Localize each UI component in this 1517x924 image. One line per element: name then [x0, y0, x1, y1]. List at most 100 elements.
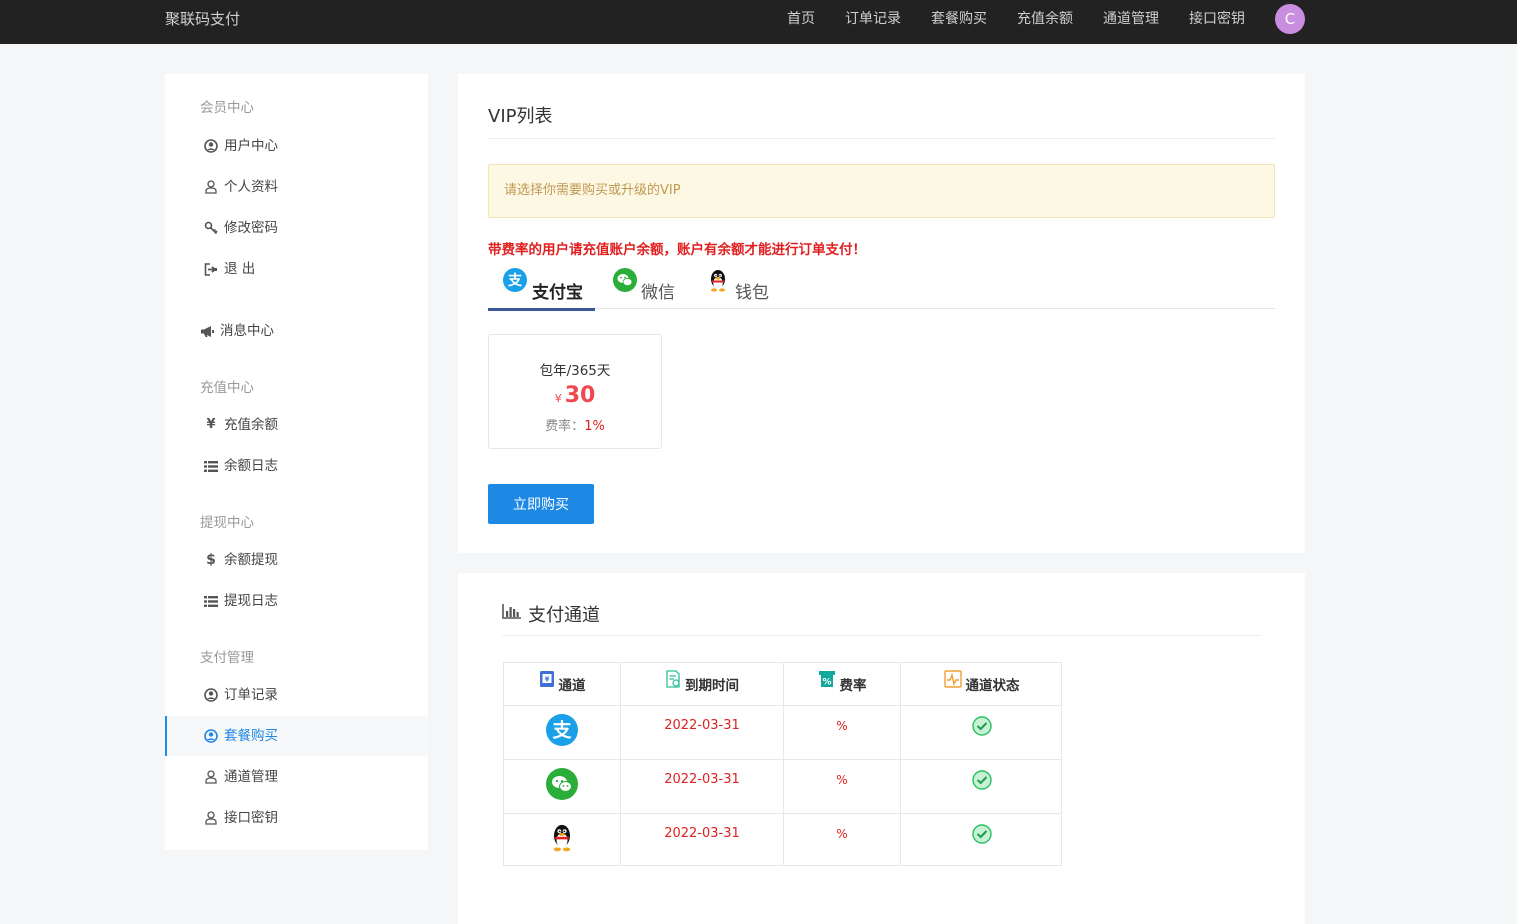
package-price: ¥30 — [489, 383, 661, 408]
nav-home[interactable]: 首页 — [787, 0, 815, 38]
header-rate: % 费率 — [784, 663, 900, 705]
buy-now-button[interactable]: 立即购买 — [488, 484, 594, 524]
check-circle-icon — [971, 770, 992, 790]
check-circle-icon — [971, 716, 992, 736]
channel-alipay-cell: 支 — [504, 706, 620, 768]
sidebar-item-package-buy[interactable]: 套餐购买 — [165, 716, 428, 756]
tab-wallet[interactable]: 钱包 — [706, 268, 776, 310]
alipay-icon: 支 — [503, 268, 527, 292]
active-tab-underline — [488, 308, 595, 311]
channels-panel: 支付通道 ¥ 通道 到期时间 % 费率 通道状态 支 2022-03-31 % … — [458, 573, 1305, 924]
rate-value: 1% — [584, 419, 605, 434]
sidebar-item-label: 订单记录 — [224, 687, 278, 703]
vip-package-card[interactable]: 包年/365天 ¥30 费率：1% — [488, 334, 662, 449]
vip-panel: VIP列表 请选择你需要购买或升级的VIP 带费率的用户请充值账户余额，账户有余… — [458, 74, 1305, 553]
sidebar-item-label: 接口密钥 — [224, 810, 278, 826]
section-title: 支付通道 — [528, 605, 600, 626]
header-expire-time: 到期时间 — [621, 663, 783, 705]
alipay-icon: 支 — [546, 714, 578, 746]
tab-alipay[interactable]: 支 支付宝 — [503, 268, 583, 310]
wechat-icon — [546, 768, 578, 800]
currency-symbol: ¥ — [554, 392, 562, 405]
sidebar-item-label: 余额日志 — [224, 458, 278, 474]
sidebar-item-label: 提现日志 — [224, 593, 278, 609]
header-channel: ¥ 通道 — [504, 663, 620, 705]
sidebar-item-profile[interactable]: 个人资料 — [165, 167, 428, 207]
sidebar-item-balance-log[interactable]: 余额日志 — [165, 446, 428, 486]
section-title-withdraw: 提现中心 — [200, 515, 254, 531]
sidebar-item-withdraw[interactable]: $ 余额提现 — [165, 540, 428, 580]
pulse-monitor-icon — [943, 670, 962, 688]
sidebar-item-channel-manage[interactable]: 通道管理 — [165, 757, 428, 797]
page-title: VIP列表 — [488, 106, 553, 127]
svg-text:¥: ¥ — [544, 676, 549, 684]
qq-penguin-icon — [706, 268, 730, 292]
sidebar: 会员中心 用户中心 个人资料 修改密码 退 出 消息中心 充值中心 ¥ 充值余额 — [165, 74, 428, 850]
tab-label: 支付宝 — [532, 283, 583, 303]
sidebar-item-withdraw-log[interactable]: 提现日志 — [165, 581, 428, 621]
nav-orders[interactable]: 订单记录 — [845, 0, 901, 38]
expire-date: 2022-03-31 — [664, 826, 740, 841]
sidebar-item-change-password[interactable]: 修改密码 — [165, 208, 428, 248]
user-circle-icon — [203, 675, 219, 715]
user-avatar[interactable]: C — [1275, 4, 1305, 34]
nav-channel-manage[interactable]: 通道管理 — [1103, 0, 1159, 38]
bar-chart-icon — [502, 603, 522, 623]
sidebar-item-logout[interactable]: 退 出 — [165, 249, 428, 289]
user-circle-icon — [203, 716, 219, 756]
price-value: 30 — [564, 383, 596, 408]
svg-text:支: 支 — [551, 720, 572, 742]
wechat-icon — [613, 268, 637, 292]
rate-warning-text: 带费率的用户请充值账户余额，账户有余额才能进行订单支付！ — [488, 242, 866, 258]
header-status: 通道状态 — [901, 663, 1062, 705]
package-name: 包年/365天 — [539, 363, 611, 379]
sidebar-item-recharge-balance[interactable]: ¥ 充值余额 — [165, 405, 428, 445]
dollar-icon: $ — [206, 552, 216, 568]
notice-alert: 请选择你需要购买或升级的VIP — [488, 164, 1275, 218]
channel-book-icon: ¥ — [539, 671, 554, 687]
user-outline-icon — [203, 798, 219, 838]
sidebar-item-messages[interactable]: 消息中心 — [165, 311, 428, 351]
sidebar-item-label: 退 出 — [224, 261, 256, 277]
list-icon — [203, 446, 219, 486]
top-navbar: 聚联码支付 首页 订单记录 套餐购买 充值余额 通道管理 接口密钥 C — [0, 0, 1517, 44]
tab-label: 钱包 — [735, 283, 769, 303]
document-clock-icon — [666, 670, 680, 688]
section-title-pay: 支付管理 — [200, 650, 254, 666]
check-circle-icon — [971, 824, 992, 844]
sidebar-item-orders[interactable]: 订单记录 — [165, 675, 428, 715]
sidebar-item-label: 余额提现 — [224, 552, 278, 568]
brand-logo-text[interactable]: 聚联码支付 — [165, 0, 240, 38]
user-circle-icon — [203, 126, 219, 166]
rate-label: 费率： — [545, 419, 585, 434]
tab-wechat[interactable]: 微信 — [613, 268, 683, 310]
bullhorn-icon — [199, 311, 215, 351]
sidebar-item-label: 用户中心 — [224, 138, 278, 154]
sidebar-item-api-key[interactable]: 接口密钥 — [165, 798, 428, 838]
percent-tag-icon: % — [818, 671, 835, 688]
sidebar-item-label: 修改密码 — [224, 220, 278, 236]
sidebar-item-label: 个人资料 — [224, 179, 278, 195]
divider — [502, 635, 1260, 636]
package-rate: 费率：1% — [489, 415, 661, 434]
sidebar-item-label: 套餐购买 — [224, 728, 278, 744]
svg-text:支: 支 — [507, 272, 523, 289]
section-title-member: 会员中心 — [200, 100, 254, 116]
user-outline-icon — [203, 757, 219, 797]
qq-penguin-icon — [553, 824, 571, 852]
rate-value: % — [836, 827, 848, 841]
channel-qq-cell — [504, 814, 620, 876]
sidebar-item-user-center[interactable]: 用户中心 — [165, 126, 428, 166]
nav-package-buy[interactable]: 套餐购买 — [931, 0, 987, 38]
channel-wechat-cell — [504, 760, 620, 822]
sidebar-item-label: 消息中心 — [220, 323, 274, 339]
tab-label: 微信 — [641, 283, 675, 303]
list-icon — [203, 581, 219, 621]
svg-text:%: % — [822, 678, 831, 688]
key-icon — [203, 208, 219, 248]
status-cell — [901, 814, 1062, 878]
sidebar-item-label: 通道管理 — [224, 769, 278, 785]
yen-icon: ¥ — [206, 417, 216, 432]
nav-recharge[interactable]: 充值余额 — [1017, 0, 1073, 38]
nav-api-key[interactable]: 接口密钥 — [1189, 0, 1245, 38]
